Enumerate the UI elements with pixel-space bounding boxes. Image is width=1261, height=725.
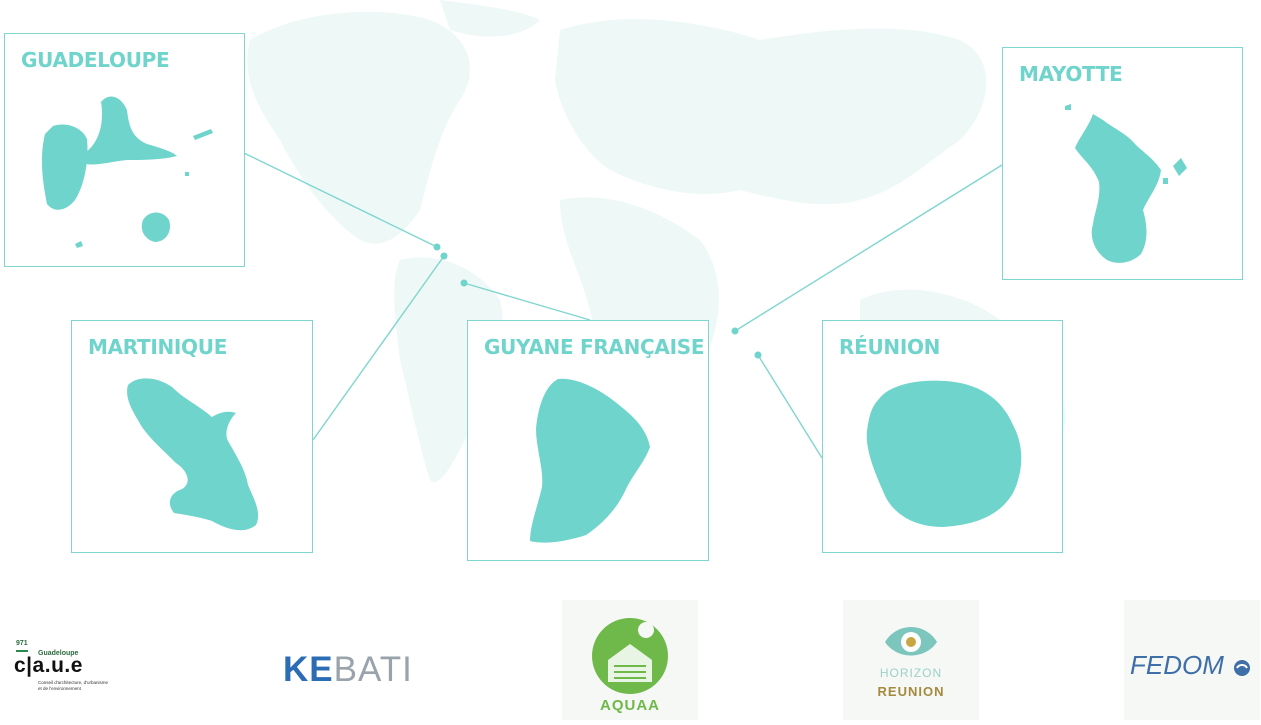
map-infographic: GUADELOUPE MAYOTTE MARTINIQUE GUYANE FRA… [0, 0, 1261, 722]
guyane-card: GUYANE FRANÇAISE [467, 320, 709, 561]
aquaa-name: AQUAA [600, 697, 660, 714]
kebati-part-2: B [333, 650, 358, 689]
fedom-logo: FEDOM [1124, 600, 1260, 720]
eye-icon [885, 627, 937, 656]
kebati-part-3: ATI [357, 650, 413, 689]
guadeloupe-map-shape [41, 96, 213, 248]
fedom-swirl-icon [1234, 660, 1250, 676]
horizon-reunion-logo: HORIZON REUNION [843, 600, 979, 720]
caue-subtitle-2: et de l'environnement [38, 686, 81, 691]
caue-logo: 971 Guadeloupe c|a.u.e Conseil d'archite… [14, 640, 134, 698]
caue-number: 971 [16, 640, 28, 647]
kebati-logo: KEBATI [283, 650, 423, 690]
guadeloupe-card: GUADELOUPE [4, 33, 245, 267]
reunion-card: RÉUNION [822, 320, 1063, 553]
horizon-line-2: REUNION [877, 684, 945, 699]
aquaa-logo: AQUAA [562, 600, 698, 720]
guyane-map-shape [530, 378, 650, 543]
caue-wordmark: c|a.u.e [14, 654, 83, 677]
mayotte-card: MAYOTTE [1002, 47, 1243, 280]
fedom-name: FEDOM [1130, 650, 1224, 680]
reunion-map-shape [866, 380, 1022, 527]
kebati-part-1: KE [283, 650, 334, 689]
horizon-line-1: HORIZON [879, 666, 943, 680]
martinique-map-shape [127, 378, 259, 531]
caue-green-bar [16, 650, 28, 652]
mayotte-map-shape [1065, 104, 1187, 263]
caue-subtitle-1: Conseil d'architecture, d'urbanisme [38, 680, 109, 685]
martinique-card: MARTINIQUE [71, 320, 313, 553]
